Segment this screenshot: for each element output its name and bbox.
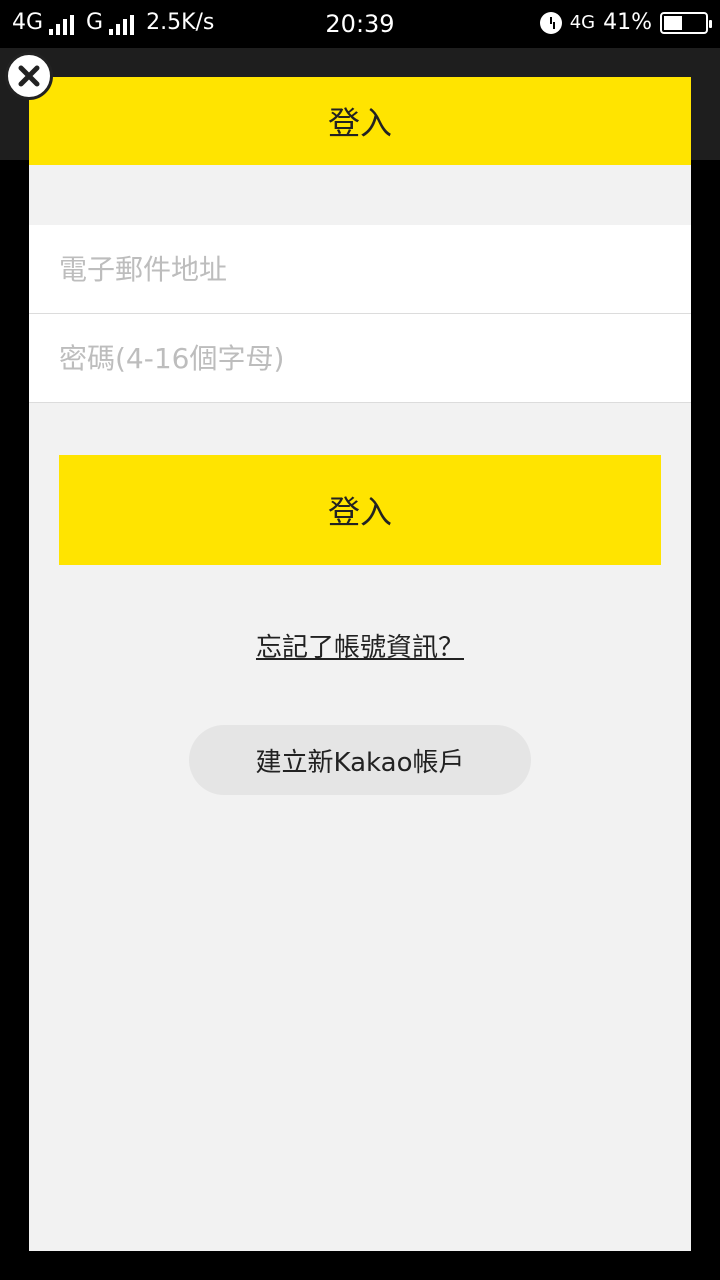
login-dialog: 登入 登入 忘記了帳號資訊？ 建立新Kakao帳戶: [29, 77, 691, 1251]
close-icon[interactable]: [5, 52, 53, 100]
email-field[interactable]: [59, 252, 659, 286]
battery-icon: [660, 11, 712, 34]
email-row: [29, 225, 691, 314]
status-bar: 4G G 2.5K/s 20:39 4G 41%: [0, 0, 720, 48]
dialog-title: 登入: [327, 104, 392, 142]
battery-percent: 41%: [603, 10, 652, 35]
dialog-header: 登入: [29, 77, 691, 165]
forgot-account-link[interactable]: 忘記了帳號資訊？: [29, 627, 691, 664]
login-form: [29, 225, 691, 403]
password-field[interactable]: [59, 341, 659, 375]
create-account-button[interactable]: 建立新Kakao帳戶: [189, 725, 531, 795]
alarm-icon: [539, 11, 562, 34]
status-right: 4G 41%: [539, 10, 712, 35]
password-row: [29, 314, 691, 403]
screen: 4G G 2.5K/s 20:39 4G 41% 登入 登入 忘記了帳: [0, 0, 720, 1280]
network-status: 4G: [569, 12, 596, 33]
login-button[interactable]: 登入: [59, 455, 661, 565]
